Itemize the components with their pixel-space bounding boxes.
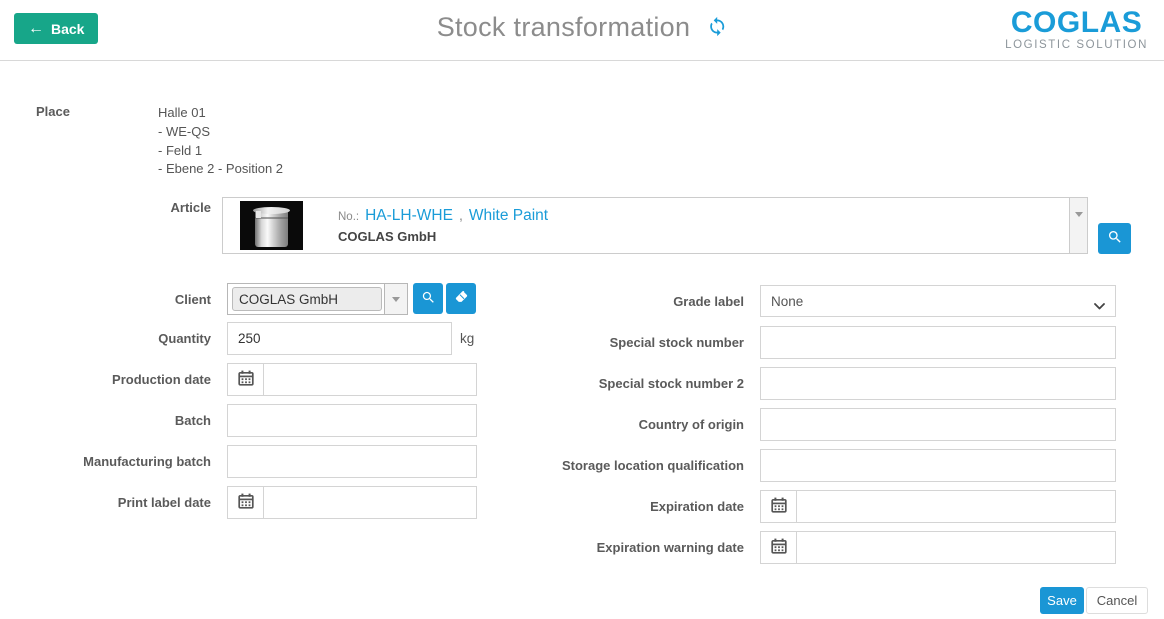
expiration-warning-date-input[interactable]	[797, 532, 1115, 563]
country-of-origin-label: Country of origin	[460, 417, 744, 432]
grade-label-select[interactable]: None	[760, 285, 1116, 317]
print-label-date-field	[227, 486, 477, 519]
article-number: HA-LH-WHE	[365, 207, 453, 225]
production-date-field	[227, 363, 477, 396]
batch-label: Batch	[0, 413, 211, 428]
refresh-button[interactable]	[706, 16, 727, 40]
title-wrap: Stock transformation	[437, 12, 728, 43]
client-value: COGLAS GmbH	[232, 287, 382, 311]
country-of-origin-input[interactable]	[760, 408, 1116, 441]
expiration-date-label: Expiration date	[460, 499, 744, 514]
page-title: Stock transformation	[437, 12, 691, 43]
place-line: - Feld 1	[158, 142, 283, 161]
back-button[interactable]: ← Back	[14, 13, 98, 44]
cancel-button[interactable]: Cancel	[1086, 587, 1148, 614]
place-line: - WE-QS	[158, 123, 283, 142]
article-client: COGLAS GmbH	[338, 229, 548, 244]
batch-input[interactable]	[227, 404, 477, 437]
article-image	[240, 201, 303, 250]
grade-label-value: None	[771, 294, 803, 309]
print-label-date-input[interactable]	[264, 487, 476, 518]
place-value: Halle 01 - WE-QS - Feld 1 - Ebene 2 - Po…	[158, 104, 283, 179]
calendar-icon	[771, 538, 787, 557]
search-icon	[421, 290, 436, 308]
client-combobox[interactable]: COGLAS GmbH	[227, 283, 408, 315]
article-no-label: No.:	[338, 211, 359, 223]
expiration-warning-date-field	[760, 531, 1116, 564]
place-line: Halle 01	[158, 104, 283, 123]
client-label: Client	[0, 292, 211, 307]
header-bar: ← Back Stock transformation COGLAS LOGIS…	[0, 0, 1164, 61]
back-arrow-icon: ←	[28, 21, 44, 37]
chevron-down-icon	[1094, 298, 1105, 313]
article-text: No.: HA-LH-WHE , White Paint COGLAS GmbH	[338, 207, 548, 244]
print-label-date-picker-button[interactable]	[228, 487, 264, 518]
logo-tagline: LOGISTIC SOLUTION	[1005, 39, 1148, 52]
coglas-logo: COGLAS LOGISTIC SOLUTION	[1005, 7, 1148, 52]
grade-label-label: Grade label	[460, 294, 744, 309]
back-button-label: Back	[51, 21, 84, 37]
article-combobox[interactable]: No.: HA-LH-WHE , White Paint COGLAS GmbH	[222, 197, 1088, 254]
production-date-input[interactable]	[264, 364, 476, 395]
refresh-icon	[706, 16, 727, 40]
expiration-warning-date-picker-button[interactable]	[761, 532, 797, 563]
chevron-down-icon	[1075, 212, 1083, 217]
manufacturing-batch-input[interactable]	[227, 445, 477, 478]
special-stock-number-input[interactable]	[760, 326, 1116, 359]
expiration-warning-date-label: Expiration warning date	[460, 540, 744, 555]
calendar-icon	[238, 370, 254, 389]
logo-name: COGLAS	[1005, 7, 1148, 39]
place-line: - Ebene 2 - Position 2	[158, 160, 283, 179]
article-dropdown-toggle[interactable]	[1069, 198, 1087, 253]
calendar-icon	[238, 493, 254, 512]
manufacturing-batch-label: Manufacturing batch	[0, 454, 211, 469]
production-date-picker-button[interactable]	[228, 364, 264, 395]
quantity-input[interactable]	[227, 322, 452, 355]
client-dropdown-toggle[interactable]	[384, 284, 407, 314]
production-date-label: Production date	[0, 372, 211, 387]
save-button[interactable]: Save	[1040, 587, 1084, 614]
article-name: White Paint	[469, 207, 548, 225]
stock-transformation-page: ← Back Stock transformation COGLAS LOGIS…	[0, 0, 1164, 619]
article-search-button[interactable]	[1098, 223, 1131, 254]
storage-location-qualification-label: Storage location qualification	[460, 458, 744, 473]
expiration-date-field	[760, 490, 1116, 523]
client-search-button[interactable]	[413, 283, 443, 314]
search-icon	[1107, 229, 1123, 248]
article-label: Article	[0, 200, 211, 215]
place-label: Place	[36, 104, 70, 119]
calendar-icon	[771, 497, 787, 516]
special-stock-number-2-input[interactable]	[760, 367, 1116, 400]
chevron-down-icon	[392, 297, 400, 302]
article-separator: ,	[459, 207, 463, 223]
expiration-date-picker-button[interactable]	[761, 491, 797, 522]
special-stock-number-label: Special stock number	[460, 335, 744, 350]
expiration-date-input[interactable]	[797, 491, 1115, 522]
special-stock-number-2-label: Special stock number 2	[460, 376, 744, 391]
print-label-date-label: Print label date	[0, 495, 211, 510]
quantity-label: Quantity	[0, 331, 211, 346]
storage-location-qualification-input[interactable]	[760, 449, 1116, 482]
